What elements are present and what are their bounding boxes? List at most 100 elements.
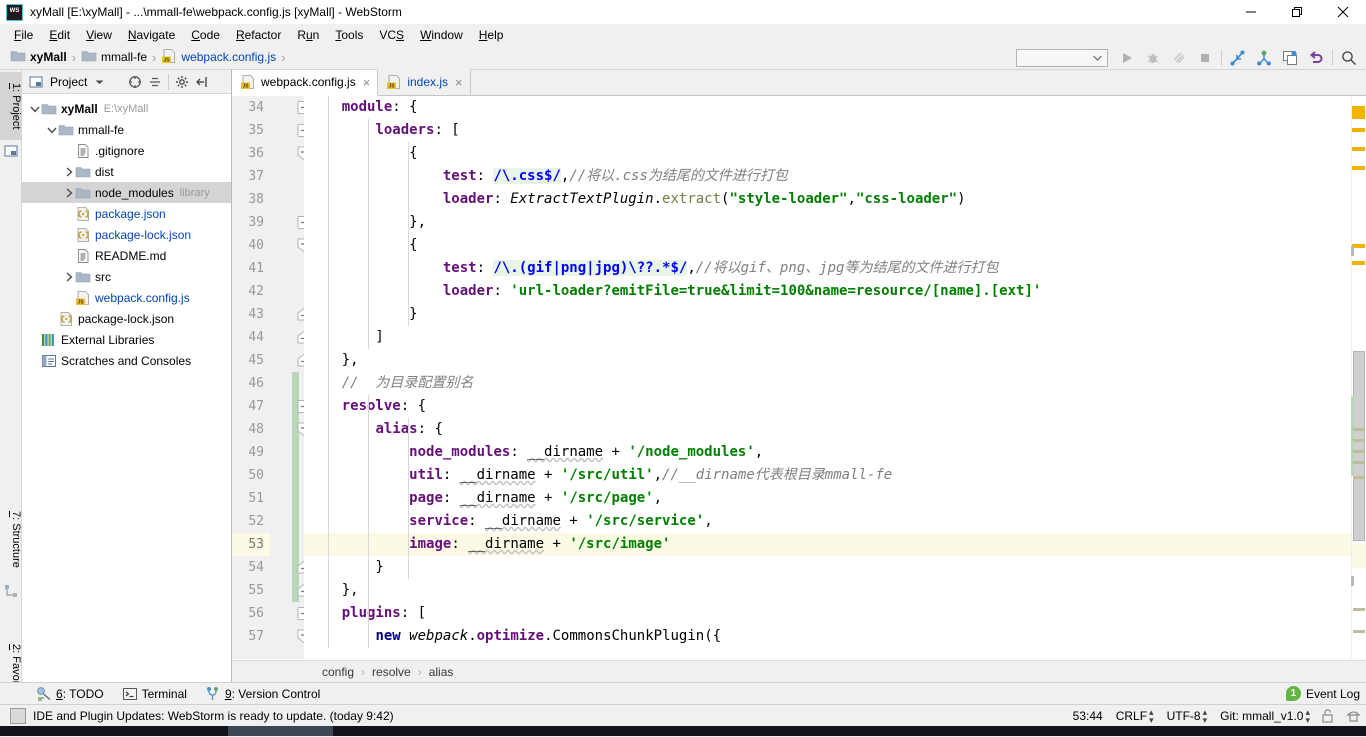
tree-node-xymall[interactable]: xyMall E:\xyMall	[22, 98, 231, 119]
tree-node-mmall-fe[interactable]: mmall-fe	[22, 119, 231, 140]
chevron-down-icon[interactable]	[45, 123, 58, 136]
editor-breadcrumb-resolve[interactable]: resolve	[372, 665, 411, 679]
menu-item-code[interactable]: Code	[183, 26, 228, 44]
menu-item-help[interactable]: Help	[471, 26, 512, 44]
close-icon[interactable]: ×	[363, 76, 371, 89]
bottom-tool-tab-6--todo[interactable]: 6: TODO	[36, 686, 104, 702]
bottom-tool-tab-terminal[interactable]: Terminal	[122, 686, 187, 702]
editor-breadcrumb-config[interactable]: config	[322, 665, 354, 679]
code-line[interactable]: loader: 'url-loader?emitFile=true&limit=…	[304, 280, 1366, 303]
tree-node-external-libraries[interactable]: External Libraries	[22, 329, 231, 350]
run-configuration-selector[interactable]	[1016, 48, 1108, 67]
menu-item-run[interactable]: Run	[289, 26, 327, 44]
code-line[interactable]: test: /\.css$/,//将以.css为结尾的文件进行打包	[304, 165, 1366, 188]
marker-weak-warning[interactable]	[1353, 630, 1365, 633]
tree-node-src[interactable]: src	[22, 266, 231, 287]
breadcrumb-item-mmall-fe[interactable]: mmall-fe	[81, 48, 147, 67]
maximize-button[interactable]	[1274, 0, 1320, 24]
hide-panel-icon[interactable]	[192, 72, 212, 92]
editor-tab-index-js[interactable]: JS index.js ×	[378, 69, 471, 95]
chevron-down-icon[interactable]	[89, 72, 109, 92]
scroll-from-source-icon[interactable]	[145, 72, 165, 92]
marker-weak-warning[interactable]	[1353, 428, 1365, 431]
marker-warning[interactable]	[1352, 106, 1365, 119]
tree-node-webpack-config-js[interactable]: JS webpack.config.js	[22, 287, 231, 308]
event-log-button[interactable]: 1 Event Log	[1285, 686, 1360, 701]
caret-position[interactable]: 53:44	[1073, 709, 1103, 723]
code-line[interactable]: module: {	[304, 96, 1366, 119]
code-line[interactable]: // 为目录配置别名	[304, 372, 1366, 395]
marker-weak-warning[interactable]	[1353, 439, 1365, 442]
settings-gear-icon[interactable]	[172, 72, 192, 92]
tree-node-scratches-and-consoles[interactable]: Scratches and Consoles	[22, 350, 231, 371]
breadcrumb-item-xymall[interactable]: xyMall	[10, 48, 67, 67]
tree-node-package-lock-json[interactable]: package-lock.json	[22, 224, 231, 245]
breadcrumb-item-webpack-config-js[interactable]: JS webpack.config.js	[161, 48, 276, 67]
code-line[interactable]: loaders: [	[304, 119, 1366, 142]
vcs-branch-selector[interactable]: Git: mmall_v1.0 ▴ ▾	[1220, 707, 1310, 724]
close-icon[interactable]: ×	[455, 76, 463, 89]
status-message[interactable]: IDE and Plugin Updates: WebStorm is read…	[33, 709, 394, 723]
tree-node-node_modules[interactable]: node_modules library	[22, 182, 231, 203]
code-line[interactable]: plugins: [	[304, 602, 1366, 625]
editor-breadcrumb-alias[interactable]: alias	[429, 665, 454, 679]
vcs-rollback-button[interactable]	[1303, 47, 1329, 69]
run-button[interactable]	[1114, 47, 1140, 69]
project-tree[interactable]: xyMall E:\xyMall mmall-fe .gitignore dist nod…	[22, 94, 231, 682]
search-everywhere-icon[interactable]	[1336, 47, 1362, 69]
vcs-commit-button[interactable]	[1251, 47, 1277, 69]
code-line[interactable]: },	[304, 211, 1366, 234]
marker-warning[interactable]	[1352, 147, 1365, 151]
menu-item-navigate[interactable]: Navigate	[120, 26, 183, 44]
menu-item-tools[interactable]: Tools	[327, 26, 371, 44]
marker-weak-warning[interactable]	[1353, 461, 1365, 464]
editor-scrollbar-thumb[interactable]	[1353, 351, 1365, 541]
editor-tab-webpack-config-js[interactable]: JS webpack.config.js ×	[232, 70, 379, 96]
code-line[interactable]: image: __dirname + '/src/image'	[304, 533, 1366, 556]
bottom-tool-tab-9--version-control[interactable]: 9: Version Control	[205, 686, 320, 702]
code-line[interactable]: node_modules: __dirname + '/node_modules…	[304, 441, 1366, 464]
left-tool-tab-7--structure[interactable]: 7: Structure	[0, 498, 22, 580]
menu-item-refactor[interactable]: Refactor	[228, 26, 289, 44]
vcs-update-project-button[interactable]	[1225, 47, 1251, 69]
taskbar-item[interactable]	[228, 726, 333, 736]
code-line[interactable]: ]	[304, 326, 1366, 349]
menu-item-edit[interactable]: Edit	[41, 26, 78, 44]
tree-node-package-lock-json[interactable]: package-lock.json	[22, 308, 231, 329]
code-line[interactable]: page: __dirname + '/src/page',	[304, 487, 1366, 510]
unlocked-icon[interactable]	[1318, 708, 1336, 724]
chevron-right-icon[interactable]	[62, 165, 75, 178]
code-line[interactable]: test: /\.(gif|png|jpg)\??.*$/,//将以gif、pn…	[304, 257, 1366, 280]
minimize-button[interactable]	[1228, 0, 1274, 24]
code-line[interactable]: {	[304, 234, 1366, 257]
vcs-diff-button[interactable]	[1277, 47, 1303, 69]
debug-button[interactable]	[1140, 47, 1166, 69]
marker-warning[interactable]	[1352, 128, 1365, 132]
code-line[interactable]: new webpack.optimize.CommonsChunkPlugin(…	[304, 625, 1366, 648]
left-tool-tab-1--project[interactable]: 1: Project	[0, 72, 22, 140]
menu-item-vcs[interactable]: VCS	[371, 26, 412, 44]
code-line[interactable]: resolve: {	[304, 395, 1366, 418]
menu-item-view[interactable]: View	[78, 26, 120, 44]
collapse-all-icon[interactable]	[125, 72, 145, 92]
marker-weak-warning[interactable]	[1353, 476, 1365, 479]
marker-warning[interactable]	[1352, 261, 1365, 265]
code-line[interactable]: {	[304, 142, 1366, 165]
code-line[interactable]: }	[304, 303, 1366, 326]
tree-node-dist[interactable]: dist	[22, 161, 231, 182]
inspections-hector-icon[interactable]	[1344, 708, 1362, 724]
chevron-right-icon[interactable]	[62, 270, 75, 283]
code-line[interactable]: util: __dirname + '/src/util',//__dirnam…	[304, 464, 1366, 487]
encoding-selector[interactable]: UTF-8 ▴ ▾	[1167, 707, 1208, 724]
stop-button[interactable]	[1192, 47, 1218, 69]
marker-weak-warning[interactable]	[1353, 450, 1365, 453]
tree-node-readme-md[interactable]: README.md	[22, 245, 231, 266]
menu-item-file[interactable]: File	[6, 26, 41, 44]
code-line[interactable]: },	[304, 579, 1366, 602]
line-separator-selector[interactable]: CRLF ▴ ▾	[1116, 707, 1154, 724]
chevron-right-icon[interactable]	[62, 186, 75, 199]
tree-node-package-json[interactable]: package.json	[22, 203, 231, 224]
code-line[interactable]: }	[304, 556, 1366, 579]
code-line[interactable]: alias: {	[304, 418, 1366, 441]
error-stripe-marker-bar[interactable]	[1351, 96, 1366, 659]
